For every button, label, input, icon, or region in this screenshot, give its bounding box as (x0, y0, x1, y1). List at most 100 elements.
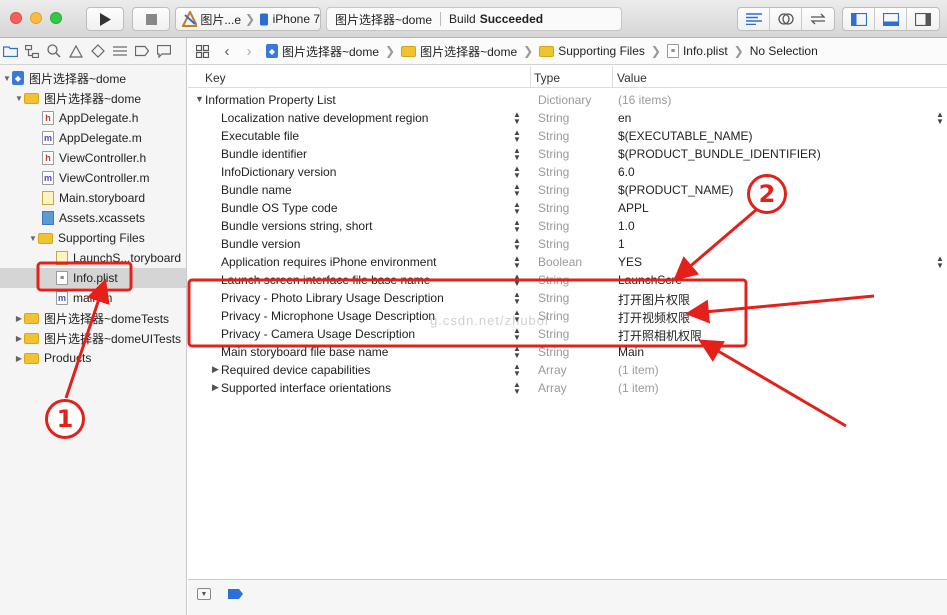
plist-key[interactable]: Bundle OS Type code (221, 201, 338, 215)
plist-row[interactable]: Main storyboard file base name ▲ ▼ String Ma… (188, 343, 947, 361)
plist-row[interactable]: ▶ Supported interface orientations ▲ ▼ Array… (188, 379, 947, 397)
type-stepper-icon[interactable]: ▲ ▼ (512, 381, 522, 396)
plist-value[interactable]: $(EXECUTABLE_NAME) (618, 129, 752, 143)
breakpoint-navigator-tab[interactable] (134, 43, 150, 59)
plist-type[interactable]: String (538, 165, 569, 179)
type-stepper-icon[interactable]: ▲ ▼ (512, 165, 522, 180)
plist-row[interactable]: Bundle version ▲ ▼ String 1 (188, 235, 947, 253)
toggle-navigator-button[interactable] (843, 8, 875, 30)
breadcrumb-selection[interactable]: No Selection (750, 44, 818, 58)
type-stepper-icon[interactable]: ▲ ▼ (512, 327, 522, 342)
plist-key[interactable]: Information Property List (205, 93, 336, 107)
tree-item-uitests[interactable]: ▶ 图片选择器~domeUITests (0, 328, 186, 348)
plist-type[interactable]: String (538, 129, 569, 143)
zoom-window-button[interactable] (50, 12, 62, 24)
breadcrumb-project[interactable]: ◆ 图片选择器~dome ❯ (266, 43, 395, 60)
tree-item-launchscreen[interactable]: LaunchS...toryboard (0, 248, 186, 268)
plist-row[interactable]: Bundle name ▲ ▼ String $(PRODUCT_NAME) (188, 181, 947, 199)
disclosure-closed-icon[interactable]: ▶ (212, 382, 219, 393)
tree-item-viewcontroller-h[interactable]: h ViewController.h (0, 148, 186, 168)
assistant-editor-button[interactable] (770, 8, 802, 30)
test-navigator-tab[interactable] (90, 43, 106, 59)
plist-type[interactable]: Dictionary (538, 93, 591, 107)
value-popup-icon[interactable]: ▲ ▼ (936, 111, 944, 126)
plist-type[interactable]: Array (538, 381, 567, 395)
plist-row[interactable]: Localization native development region ▲ ▼… (188, 109, 947, 127)
issue-navigator-tab[interactable] (68, 43, 84, 59)
type-stepper-icon[interactable]: ▲ ▼ (512, 363, 522, 378)
plist-key[interactable]: Bundle version (221, 237, 300, 251)
breadcrumb-group[interactable]: 图片选择器~dome ❯ (401, 43, 533, 60)
plist-key[interactable]: Executable file (221, 129, 299, 143)
close-window-button[interactable] (10, 12, 22, 24)
plist-type[interactable]: String (538, 237, 569, 251)
plist-type[interactable]: String (538, 273, 569, 287)
key-column-header[interactable]: Key (205, 71, 226, 85)
plist-key[interactable]: Bundle versions string, short (221, 219, 372, 233)
breadcrumb-info-plist[interactable]: ≡ Info.plist ❯ (666, 44, 744, 58)
tree-item-appdelegate-m[interactable]: m AppDelegate.m (0, 128, 186, 148)
plist-value[interactable]: (16 items) (618, 93, 671, 107)
plist-row[interactable]: ▶ Required device capabilities ▲ ▼ Array (1 i… (188, 361, 947, 379)
plist-row[interactable]: Privacy - Microphone Usage Description ▲ ▼… (188, 307, 947, 326)
plist-value[interactable]: en (618, 111, 631, 125)
plist-type[interactable]: String (538, 201, 569, 215)
symbol-navigator-tab[interactable] (24, 43, 40, 59)
plist-key[interactable]: Privacy - Microphone Usage Description (221, 309, 435, 323)
tree-item-viewcontroller-m[interactable]: m ViewController.m (0, 168, 186, 188)
plist-key[interactable]: Launch screen interface file base name (221, 273, 430, 287)
plist-value[interactable]: $(PRODUCT_NAME) (618, 183, 733, 197)
forward-arrow-icon[interactable]: › (238, 43, 260, 60)
tree-item-products[interactable]: ▶ Products (0, 348, 186, 368)
disclosure-open-icon[interactable]: ▼ (195, 94, 204, 104)
plist-row[interactable]: Bundle OS Type code ▲ ▼ String APPL (188, 199, 947, 217)
plist-type[interactable]: String (538, 345, 569, 359)
tree-item-supporting-files[interactable]: ▼ Supporting Files (0, 228, 186, 248)
plist-value[interactable]: 打开视频权限 (618, 309, 690, 326)
type-stepper-icon[interactable]: ▲ ▼ (512, 201, 522, 216)
run-button[interactable] (86, 7, 124, 31)
breakpoints-toggle-icon[interactable] (228, 589, 243, 599)
plist-key[interactable]: Bundle name (221, 183, 292, 197)
type-stepper-icon[interactable]: ▲ ▼ (512, 183, 522, 198)
hide-debug-area-button[interactable]: ▼ (197, 588, 211, 600)
plist-type[interactable]: String (538, 291, 569, 305)
value-column-header[interactable]: Value (617, 71, 647, 85)
plist-value[interactable]: LaunchScre (618, 273, 682, 287)
type-stepper-icon[interactable]: ▲ ▼ (512, 273, 522, 288)
plist-row[interactable]: Bundle identifier ▲ ▼ String $(PRODUCT_BUNDL… (188, 145, 947, 163)
plist-value[interactable]: 1.0 (618, 219, 635, 233)
plist-value[interactable]: 打开图片权限 (618, 291, 690, 308)
related-items-button[interactable] (188, 44, 216, 58)
type-stepper-icon[interactable]: ▲ ▼ (512, 291, 522, 306)
stop-button[interactable] (132, 7, 170, 31)
plist-row[interactable]: InfoDictionary version ▲ ▼ String 6.0 (188, 163, 947, 181)
version-editor-button[interactable] (802, 8, 834, 30)
plist-type[interactable]: String (538, 219, 569, 233)
plist-key[interactable]: Required device capabilities (221, 363, 370, 377)
type-stepper-icon[interactable]: ▲ ▼ (512, 255, 522, 270)
plist-row[interactable]: Bundle versions string, short ▲ ▼ String 1.0 (188, 217, 947, 235)
value-popup-icon[interactable]: ▲ ▼ (936, 255, 944, 270)
plist-key[interactable]: InfoDictionary version (221, 165, 336, 179)
type-stepper-icon[interactable]: ▲ ▼ (512, 345, 522, 360)
tree-item-assets[interactable]: Assets.xcassets (0, 208, 186, 228)
toggle-debug-area-button[interactable] (875, 8, 907, 30)
plist-key[interactable]: Privacy - Photo Library Usage Descriptio… (221, 291, 444, 305)
plist-type[interactable]: String (538, 147, 569, 161)
type-stepper-icon[interactable]: ▲ ▼ (512, 147, 522, 162)
plist-type[interactable]: String (538, 183, 569, 197)
plist-row[interactable]: Privacy - Photo Library Usage Descriptio… (188, 289, 947, 308)
tree-item-project[interactable]: ▼ ◆ 图片选择器~dome (0, 68, 186, 88)
type-stepper-icon[interactable]: ▲ ▼ (512, 237, 522, 252)
plist-value[interactable]: $(PRODUCT_BUNDLE_IDENTIFIER) (618, 147, 821, 161)
scheme-selector[interactable]: 图片...e ❯ iPhone 7 (175, 7, 321, 31)
plist-value[interactable]: APPL (618, 201, 649, 215)
tree-item-info-plist[interactable]: ≡ Info.plist (0, 268, 186, 288)
standard-editor-button[interactable] (738, 8, 770, 30)
plist-key[interactable]: Privacy - Camera Usage Description (221, 327, 415, 341)
plist-type[interactable]: Array (538, 363, 567, 377)
plist-type[interactable]: Boolean (538, 255, 582, 269)
tree-item-main-storyboard[interactable]: Main.storyboard (0, 188, 186, 208)
type-stepper-icon[interactable]: ▲ ▼ (512, 129, 522, 144)
